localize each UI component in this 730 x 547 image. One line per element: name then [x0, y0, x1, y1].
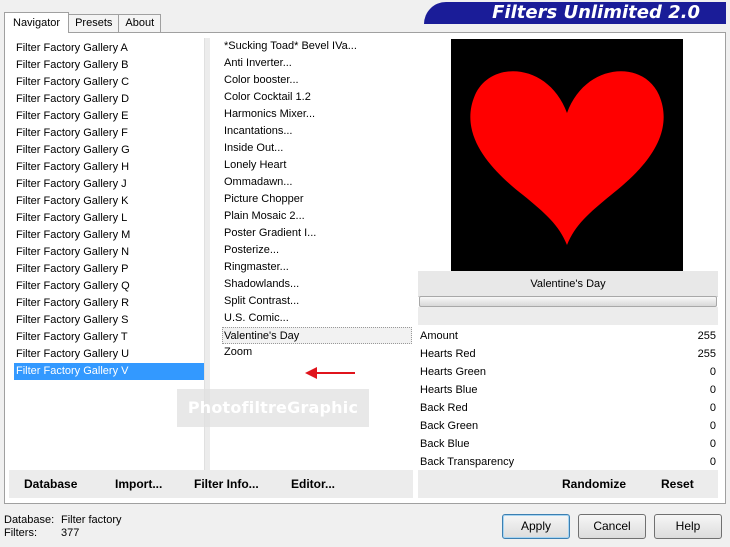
filter-item[interactable]: Ommadawn... [222, 174, 412, 191]
tab-presets[interactable]: Presets [68, 14, 120, 33]
filter-item[interactable]: Zoom [222, 344, 412, 361]
param-separator [418, 307, 718, 325]
filter-item[interactable]: Picture Chopper [222, 191, 412, 208]
parameter-value[interactable]: 255 [698, 327, 718, 345]
category-item[interactable]: Filter Factory Gallery S [14, 312, 204, 329]
navigator-button-bar: Database Import... Filter Info... Editor… [9, 470, 413, 498]
heart-shape [470, 71, 664, 246]
parameter-value[interactable]: 0 [710, 381, 718, 399]
parameter-list: Amount 255 Hearts Red 255 Hearts Green 0 Heart… [420, 327, 718, 471]
category-item[interactable]: Filter Factory Gallery C [14, 74, 204, 91]
tab-navigator[interactable]: Navigator [4, 12, 70, 33]
filter-item[interactable]: Lonely Heart [222, 157, 412, 174]
tab-about[interactable]: About [118, 14, 162, 33]
randomize-button[interactable]: Randomize [562, 477, 626, 491]
category-item[interactable]: Filter Factory Gallery U [14, 346, 204, 363]
filter-item[interactable]: Ringmaster... [222, 259, 412, 276]
parameter-name: Amount [420, 330, 458, 342]
database-value: Filter factory [61, 514, 122, 526]
category-item[interactable]: Filter Factory Gallery M [14, 227, 204, 244]
filter-item[interactable]: Poster Gradient I... [222, 225, 412, 242]
reset-button[interactable]: Reset [661, 477, 694, 491]
filter-item[interactable]: U.S. Comic... [222, 310, 412, 327]
parameter-name: Back Red [420, 402, 468, 414]
parameter-row[interactable]: Back Transparency 0 [420, 453, 718, 471]
category-item[interactable]: Filter Factory Gallery V [14, 363, 204, 380]
parameter-row[interactable]: Hearts Red 255 [420, 345, 718, 363]
preview-image [451, 39, 683, 271]
category-item[interactable]: Filter Factory Gallery F [14, 125, 204, 142]
parameter-name: Back Transparency [420, 456, 515, 468]
parameter-value[interactable]: 0 [710, 417, 718, 435]
arrow-annotation [305, 367, 355, 379]
progress-bar [419, 296, 717, 307]
category-item[interactable]: Filter Factory Gallery R [14, 295, 204, 312]
editor-button[interactable]: Editor... [291, 477, 335, 491]
filter-item[interactable]: Incantations... [222, 123, 412, 140]
category-item[interactable]: Filter Factory Gallery H [14, 159, 204, 176]
filter-info-button[interactable]: Filter Info... [194, 477, 259, 491]
filter-item[interactable]: Harmonics Mixer... [222, 106, 412, 123]
category-item[interactable]: Filter Factory Gallery J [14, 176, 204, 193]
category-item[interactable]: Filter Factory Gallery E [14, 108, 204, 125]
app-title: Filters Unlimited 2.0 [492, 2, 700, 23]
filter-item[interactable]: Posterize... [222, 242, 412, 259]
parameter-row[interactable]: Hearts Blue 0 [420, 381, 718, 399]
category-item[interactable]: Filter Factory Gallery G [14, 142, 204, 159]
category-item[interactable]: Filter Factory Gallery T [14, 329, 204, 346]
filter-item[interactable]: Color Cocktail 1.2 [222, 89, 412, 106]
filter-item[interactable]: Plain Mosaic 2... [222, 208, 412, 225]
category-item[interactable]: Filter Factory Gallery D [14, 91, 204, 108]
parameter-row[interactable]: Back Red 0 [420, 399, 718, 417]
parameter-value[interactable]: 0 [710, 453, 718, 471]
filter-item[interactable]: Color booster... [222, 72, 412, 89]
parameter-row[interactable]: Amount 255 [420, 327, 718, 345]
parameter-row[interactable]: Hearts Green 0 [420, 363, 718, 381]
parameter-value[interactable]: 255 [698, 345, 718, 363]
parameter-value[interactable]: 0 [710, 363, 718, 381]
status-area: Database: Filter factory Filters: 377 [4, 514, 122, 540]
title-banner: Filters Unlimited 2.0 [424, 2, 726, 24]
filter-item[interactable]: *Sucking Toad* Bevel IVa... [222, 38, 412, 55]
watermark: PhotofiltreGraphic [177, 389, 369, 427]
filter-item[interactable]: Inside Out... [222, 140, 412, 157]
database-button[interactable]: Database [24, 477, 77, 491]
parameter-row[interactable]: Back Green 0 [420, 417, 718, 435]
filter-item[interactable]: Split Contrast... [222, 293, 412, 310]
filter-item[interactable]: Shadowlands... [222, 276, 412, 293]
category-item[interactable]: Filter Factory Gallery A [14, 40, 204, 57]
help-button[interactable]: Help [654, 514, 722, 539]
parameter-value[interactable]: 0 [710, 435, 718, 453]
parameter-button-bar: Randomize Reset [418, 470, 718, 498]
apply-button[interactable]: Apply [502, 514, 570, 539]
category-item[interactable]: Filter Factory Gallery P [14, 261, 204, 278]
preview-filter-name: Valentine's Day [418, 271, 718, 297]
category-item[interactable]: Filter Factory Gallery L [14, 210, 204, 227]
filters-count-label: Filters: [4, 527, 37, 539]
parameter-name: Back Blue [420, 438, 470, 450]
category-item[interactable]: Filter Factory Gallery K [14, 193, 204, 210]
database-label: Database: [4, 514, 55, 526]
category-item[interactable]: Filter Factory Gallery B [14, 57, 204, 74]
parameter-name: Hearts Red [420, 348, 476, 360]
filter-item[interactable]: Valentine's Day [222, 327, 412, 344]
category-item[interactable]: Filter Factory Gallery N [14, 244, 204, 261]
parameter-name: Hearts Blue [420, 384, 478, 396]
category-item[interactable]: Filter Factory Gallery Q [14, 278, 204, 295]
filters-count-value: 377 [61, 527, 80, 539]
parameter-name: Back Green [420, 420, 479, 432]
navigator-panel: Filter Factory Gallery A Filter Factory G… [4, 32, 726, 504]
tab-bar: Navigator Presets About [4, 12, 162, 33]
parameter-row[interactable]: Back Blue 0 [420, 435, 718, 453]
parameter-value[interactable]: 0 [710, 399, 718, 417]
parameter-name: Hearts Green [420, 366, 487, 378]
cancel-button[interactable]: Cancel [578, 514, 646, 539]
category-list[interactable]: Filter Factory Gallery A Filter Factory G… [14, 40, 204, 470]
filter-item[interactable]: Anti Inverter... [222, 55, 412, 72]
import-button[interactable]: Import... [115, 477, 162, 491]
